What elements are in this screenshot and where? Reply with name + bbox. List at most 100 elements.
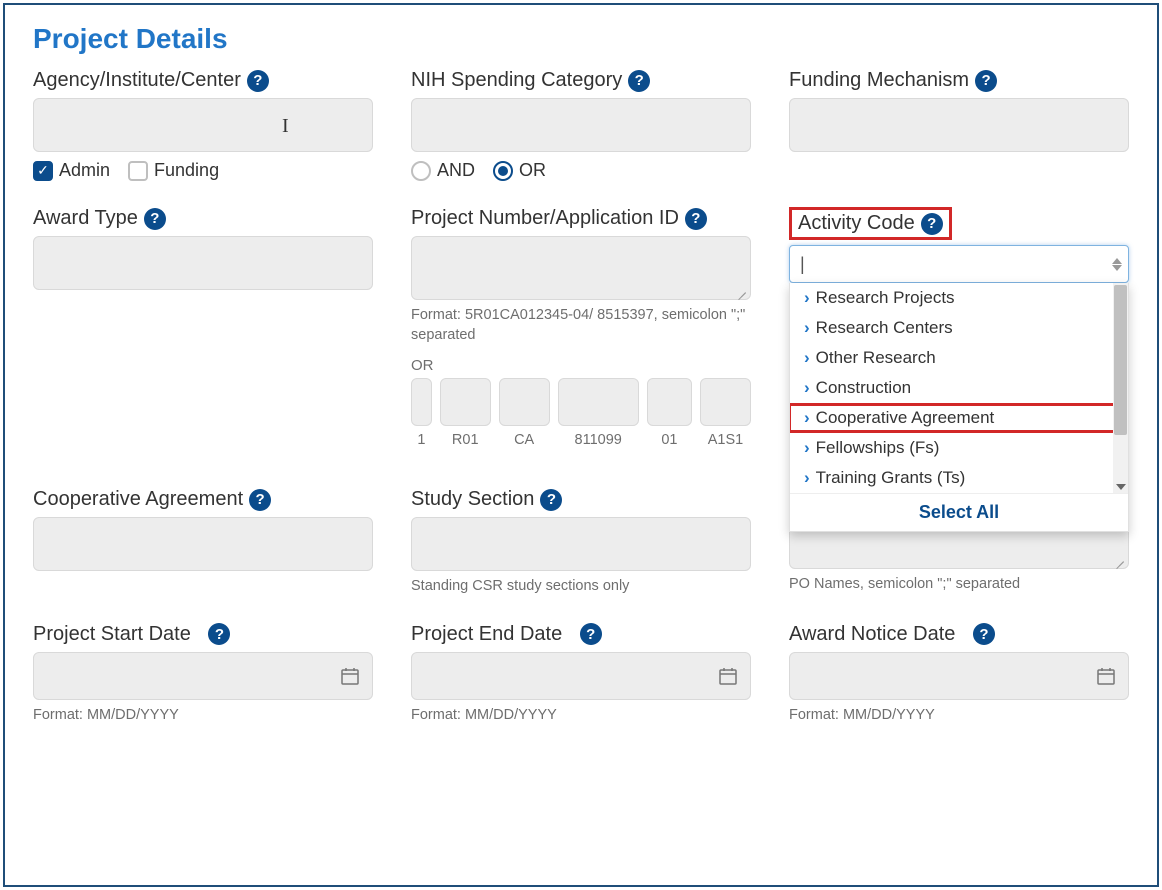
help-icon[interactable]: ? [921, 213, 943, 235]
item-label: Research Centers [816, 318, 953, 338]
award-type-label-text: Award Type [33, 207, 138, 230]
help-icon[interactable]: ? [580, 623, 602, 645]
cooperative-agreement-label-text: Cooperative Agreement [33, 488, 243, 511]
activity-code-label-text: Activity Code [798, 212, 915, 235]
project-end-field: Project End Date ? Format: MM/DD/YYYY [411, 623, 751, 726]
funding-mechanism-field: Funding Mechanism ? [789, 69, 1129, 181]
admin-checkbox[interactable]: ✓ Admin [33, 160, 110, 181]
help-icon[interactable]: ? [973, 623, 995, 645]
part-label-4: 811099 [558, 432, 639, 448]
agency-input[interactable]: I [33, 98, 373, 152]
agency-label: Agency/Institute/Center ? [33, 69, 373, 92]
caret-down-icon[interactable] [1112, 265, 1122, 271]
calendar-icon[interactable] [340, 666, 360, 686]
and-radio[interactable]: AND [411, 160, 475, 181]
item-label: Training Grants (Ts) [816, 468, 966, 488]
dropdown-item-construction[interactable]: ›Construction [790, 373, 1128, 403]
part-label-3: CA [499, 432, 550, 448]
award-notice-input[interactable] [789, 652, 1129, 700]
study-section-label-text: Study Section [411, 488, 534, 511]
award-notice-field: Award Notice Date ? Format: MM/DD/YYYY [789, 623, 1129, 726]
and-radio-label: AND [437, 160, 475, 181]
project-number-label: Project Number/Application ID ? [411, 207, 751, 230]
item-label: Other Research [816, 348, 936, 368]
project-number-field: Project Number/Application ID ? Format: … [411, 207, 751, 448]
help-icon[interactable]: ? [144, 208, 166, 230]
part-type-input[interactable] [411, 378, 432, 426]
item-label: Cooperative Agreement [816, 408, 995, 428]
spending-field: NIH Spending Category ? AND OR [411, 69, 751, 181]
part-label-6: A1S1 [700, 432, 751, 448]
spending-input[interactable] [411, 98, 751, 152]
resize-handle-icon[interactable] [734, 283, 746, 295]
page-title: Project Details [33, 23, 1129, 55]
project-end-label: Project End Date ? [411, 623, 751, 646]
help-icon[interactable]: ? [247, 70, 269, 92]
dropdown-item-research-projects[interactable]: ›Research Projects [790, 283, 1128, 313]
project-number-part-labels: 1 R01 CA 811099 01 A1S1 [411, 432, 751, 448]
part-ic-input[interactable] [499, 378, 550, 426]
admin-checkbox-label: Admin [59, 160, 110, 181]
cooperative-agreement-label: Cooperative Agreement ? [33, 488, 373, 511]
activity-code-list: ›Research Projects ›Research Centers ›Ot… [789, 283, 1129, 532]
activity-code-highlight: Activity Code ? [789, 207, 952, 240]
study-section-hint: Standing CSR study sections only [411, 577, 751, 597]
project-start-label-text: Project Start Date [33, 623, 191, 646]
help-icon[interactable]: ? [685, 208, 707, 230]
dropdown-item-research-centers[interactable]: ›Research Centers [790, 313, 1128, 343]
award-notice-label: Award Notice Date ? [789, 623, 1129, 646]
study-section-input[interactable] [411, 517, 751, 571]
help-icon[interactable]: ? [975, 70, 997, 92]
agency-field: Agency/Institute/Center ? I ✓ Admin Fund… [33, 69, 373, 181]
item-label: Fellowships (Fs) [816, 438, 940, 458]
text-cursor-icon: I [282, 115, 289, 138]
scrollbar-thumb[interactable] [1114, 285, 1127, 435]
po-names-hint: PO Names, semicolon ";" separated [789, 575, 1129, 595]
project-start-hint: Format: MM/DD/YYYY [33, 706, 373, 726]
part-activity-input[interactable] [440, 378, 491, 426]
select-all-button[interactable]: Select All [790, 493, 1128, 531]
calendar-icon[interactable] [1096, 666, 1116, 686]
dropdown-item-training-grants[interactable]: ›Training Grants (Ts) [790, 463, 1128, 493]
dropdown-item-other-research[interactable]: ›Other Research [790, 343, 1128, 373]
help-icon[interactable]: ? [208, 623, 230, 645]
calendar-icon[interactable] [718, 666, 738, 686]
dropdown-item-cooperative-agreement[interactable]: ›Cooperative Agreement [790, 403, 1128, 433]
project-start-label: Project Start Date ? [33, 623, 373, 646]
award-notice-hint: Format: MM/DD/YYYY [789, 706, 1129, 726]
item-label: Research Projects [816, 288, 955, 308]
funding-mechanism-label-text: Funding Mechanism [789, 69, 969, 92]
dropdown-item-fellowships[interactable]: ›Fellowships (Fs) [790, 433, 1128, 463]
cooperative-agreement-input[interactable] [33, 517, 373, 571]
project-end-hint: Format: MM/DD/YYYY [411, 706, 751, 726]
funding-checkbox[interactable]: Funding [128, 160, 219, 181]
or-radio[interactable]: OR [493, 160, 546, 181]
item-label: Construction [816, 378, 911, 398]
project-end-input[interactable] [411, 652, 751, 700]
award-type-input[interactable] [33, 236, 373, 290]
caret-up-icon[interactable] [1112, 258, 1122, 264]
help-icon[interactable]: ? [249, 489, 271, 511]
part-label-5: 01 [647, 432, 692, 448]
help-icon[interactable]: ? [628, 70, 650, 92]
activity-code-dropdown: | ›Research Projects ›Research Centers ›… [789, 245, 1129, 532]
project-number-input[interactable] [411, 236, 751, 300]
part-year-input[interactable] [647, 378, 692, 426]
part-suffix-input[interactable] [700, 378, 751, 426]
funding-mechanism-input[interactable] [789, 98, 1129, 152]
scrollbar-track[interactable] [1113, 283, 1128, 493]
scrollbar-down-icon[interactable] [1113, 481, 1128, 493]
award-type-label: Award Type ? [33, 207, 373, 230]
cooperative-agreement-field: Cooperative Agreement ? [33, 488, 373, 597]
award-notice-label-text: Award Notice Date [789, 623, 955, 646]
project-start-input[interactable] [33, 652, 373, 700]
spending-label: NIH Spending Category ? [411, 69, 751, 92]
funding-checkbox-label: Funding [154, 160, 219, 181]
resize-handle-icon[interactable] [1112, 552, 1124, 564]
activity-code-input[interactable]: | [789, 245, 1129, 283]
help-icon[interactable]: ? [540, 489, 562, 511]
or-label: OR [411, 357, 751, 374]
part-serial-input[interactable] [558, 378, 639, 426]
activity-code-field: Activity Code ? | ›Research Projects ›Re… [789, 207, 1129, 448]
project-end-label-text: Project End Date [411, 623, 562, 646]
